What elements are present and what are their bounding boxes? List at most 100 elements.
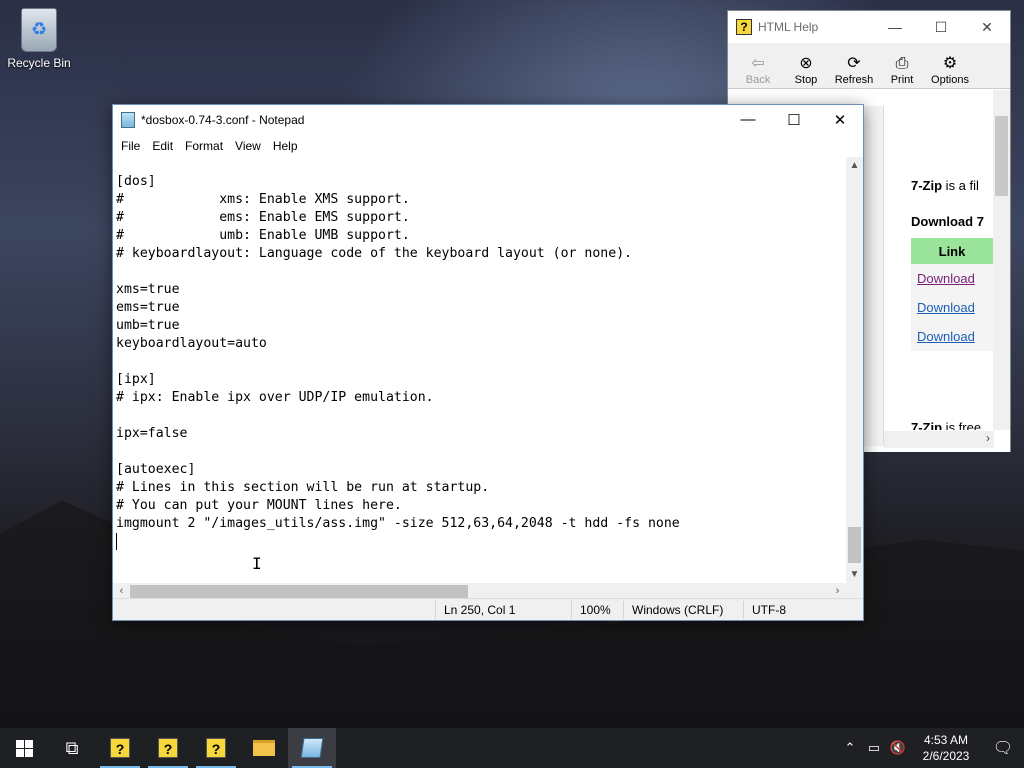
help-close-button[interactable]: ✕ xyxy=(964,19,1010,36)
menu-help[interactable]: Help xyxy=(267,139,304,153)
printer-icon: ⎙ xyxy=(895,55,909,72)
text-line: [dos] xyxy=(116,174,156,189)
clock[interactable]: 4:53 AM 2/6/2023 xyxy=(910,732,982,764)
help-maximize-button[interactable]: ☐ xyxy=(918,19,964,36)
help-scroll-thumb[interactable] xyxy=(995,116,1008,196)
taskbar-file-explorer[interactable] xyxy=(240,728,288,768)
text-line: [autoexec] xyxy=(116,462,196,477)
download-link[interactable]: Download xyxy=(917,329,975,344)
text-line: ipx=false xyxy=(116,426,188,441)
taskbar-help-app-1[interactable]: ? xyxy=(96,728,144,768)
help-vertical-scrollbar[interactable] xyxy=(993,90,1010,430)
clock-time: 4:53 AM xyxy=(923,733,969,747)
chevron-up-icon[interactable]: ⌃ xyxy=(838,740,862,756)
system-tray: ⌃ ▭ 🔇 4:53 AM 2/6/2023 🗨 xyxy=(838,728,1024,768)
help-window-title: HTML Help xyxy=(758,20,819,34)
help-print-label: Print xyxy=(890,74,914,86)
status-line-ending: Windows (CRLF) xyxy=(623,600,743,619)
notepad-text-area[interactable]: [dos] # xms: Enable XMS support. # ems: … xyxy=(113,157,846,583)
help-paragraph-1-bold: 7-Zip xyxy=(911,178,943,193)
help-title-bar[interactable]: ? HTML Help — ☐ ✕ xyxy=(728,11,1010,43)
notepad-window: *dosbox-0.74-3.conf - Notepad — ☐ ✕ File… xyxy=(112,104,864,621)
help-back-button[interactable]: ⇦ Back xyxy=(734,54,782,86)
notepad-close-button[interactable]: ✕ xyxy=(817,111,863,129)
help-download-heading: Download 7 xyxy=(911,214,984,229)
notepad-vertical-scrollbar[interactable]: ▲ ▼ xyxy=(846,157,863,583)
network-icon[interactable]: ▭ xyxy=(862,740,886,756)
chevron-right-icon[interactable]: › xyxy=(986,431,990,445)
menu-view[interactable]: View xyxy=(229,139,267,153)
help-print-button[interactable]: ⎙ Print xyxy=(878,54,926,86)
notepad-menu-bar: File Edit Format View Help xyxy=(113,135,863,157)
help-stop-button[interactable]: ⊗ Stop xyxy=(782,54,830,86)
menu-edit[interactable]: Edit xyxy=(146,139,179,153)
taskbar-help-app-3[interactable]: ? xyxy=(192,728,240,768)
taskbar-help-app-2[interactable]: ? xyxy=(144,728,192,768)
options-icon: ⚙ xyxy=(942,55,958,72)
download-link[interactable]: Download xyxy=(917,271,975,286)
refresh-icon: ⟳ xyxy=(847,55,861,72)
scroll-up-icon[interactable]: ▲ xyxy=(846,157,863,174)
text-cursor-icon: I xyxy=(252,554,262,573)
clock-date: 2/6/2023 xyxy=(922,749,970,763)
recycle-bin-icon xyxy=(21,8,57,52)
text-line: xms=true xyxy=(116,282,180,297)
taskbar: ⧉ ? ? ? ⌃ ▭ 🔇 4:53 AM 2/6/2023 🗨 xyxy=(0,728,1024,768)
help-horizontal-scrollbar[interactable]: › xyxy=(884,431,994,448)
notepad-title-bar[interactable]: *dosbox-0.74-3.conf - Notepad — ☐ ✕ xyxy=(113,105,863,135)
text-line: [ipx] xyxy=(116,372,156,387)
notification-icon[interactable]: 🗨 xyxy=(982,738,1024,758)
volume-muted-icon[interactable]: 🔇 xyxy=(886,740,910,756)
notepad-hscroll-thumb[interactable] xyxy=(130,585,468,598)
help-options-label: Options xyxy=(931,74,969,86)
text-line: # ems: Enable EMS support. xyxy=(116,210,410,225)
taskbar-notepad[interactable] xyxy=(288,728,336,768)
help-app-icon: ? xyxy=(110,738,130,758)
windows-logo-icon xyxy=(15,739,33,757)
help-paragraph-3-text: is free xyxy=(942,420,982,430)
help-options-button[interactable]: ⚙ Options xyxy=(926,54,974,86)
menu-file[interactable]: File xyxy=(115,139,146,153)
notepad-minimize-button[interactable]: — xyxy=(725,111,771,129)
notepad-maximize-button[interactable]: ☐ xyxy=(771,111,817,129)
folder-icon xyxy=(253,740,275,756)
help-paragraph-3-bold: 7-Zip xyxy=(911,420,943,430)
menu-format[interactable]: Format xyxy=(179,139,229,153)
help-download-table: Link Download Download Download xyxy=(911,238,993,351)
text-line: # ipx: Enable ipx over UDP/IP emulation. xyxy=(116,390,434,405)
back-arrow-icon: ⇦ xyxy=(751,55,765,72)
notepad-text-content: [dos] # xms: Enable XMS support. # ems: … xyxy=(113,157,846,553)
status-encoding: UTF-8 xyxy=(743,600,853,619)
help-stop-label: Stop xyxy=(794,74,818,86)
help-paragraph-3: 7-Zip is free xyxy=(911,420,981,430)
text-line: # Lines in this section will be run at s… xyxy=(116,480,490,495)
help-app-icon: ? xyxy=(158,738,178,758)
text-caret xyxy=(116,533,117,550)
help-minimize-button[interactable]: — xyxy=(872,19,918,36)
task-view-button[interactable]: ⧉ xyxy=(48,728,96,768)
download-link[interactable]: Download xyxy=(917,300,975,315)
text-line: # xms: Enable XMS support. xyxy=(116,192,410,207)
text-line: # umb: Enable UMB support. xyxy=(116,228,410,243)
status-cursor-position: Ln 250, Col 1 xyxy=(435,600,571,619)
help-back-label: Back xyxy=(745,74,771,86)
help-refresh-button[interactable]: ⟳ Refresh xyxy=(830,54,878,86)
help-paragraph-1-text: is a fil xyxy=(942,178,979,193)
notepad-app-icon xyxy=(121,112,135,128)
text-line: # keyboardlayout: Language code of the k… xyxy=(116,246,633,261)
help-app-icon: ? xyxy=(206,738,226,758)
stop-icon: ⊗ xyxy=(799,55,813,72)
text-line: umb=true xyxy=(116,318,180,333)
help-refresh-label: Refresh xyxy=(834,74,874,86)
start-button[interactable] xyxy=(0,728,48,768)
scroll-down-icon[interactable]: ▼ xyxy=(846,566,863,583)
text-line: imgmount 2 "/images_utils/ass.img" -size… xyxy=(116,516,680,531)
notepad-vscroll-thumb[interactable] xyxy=(848,527,861,563)
text-line: # You can put your MOUNT lines here. xyxy=(116,498,402,513)
recycle-bin-desktop-icon[interactable]: Recycle Bin xyxy=(6,8,72,70)
help-toolbar: ⇦ Back ⊗ Stop ⟳ Refresh ⎙ Print ⚙ Option… xyxy=(728,43,1010,89)
notepad-icon xyxy=(300,738,324,758)
notepad-window-title: *dosbox-0.74-3.conf - Notepad xyxy=(141,113,305,127)
recycle-bin-label: Recycle Bin xyxy=(7,56,71,70)
help-table-header: Link xyxy=(911,238,993,264)
